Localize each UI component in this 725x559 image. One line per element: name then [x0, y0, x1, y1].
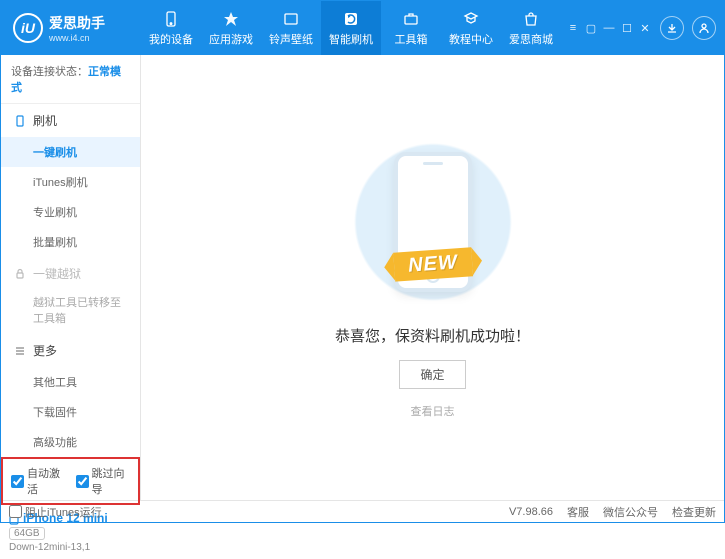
sidebar-item-advanced[interactable]: 高级功能	[1, 427, 140, 457]
customer-service-link[interactable]: 客服	[567, 504, 589, 520]
success-message: 恭喜您，保资料刷机成功啦！	[335, 325, 530, 346]
brand-name: 爱思助手	[49, 13, 105, 33]
skin-icon[interactable]: ▢	[584, 21, 598, 35]
wechat-link[interactable]: 微信公众号	[603, 504, 658, 520]
jailbreak-note: 越狱工具已转移至工具箱	[1, 290, 140, 334]
close-icon[interactable]: ✕	[638, 21, 652, 35]
titlebar: iU 爱思助手 www.i4.cn 我的设备 应用游戏 铃声壁纸 智能刷机 工具…	[1, 1, 724, 55]
nav-toolbox[interactable]: 工具箱	[381, 1, 441, 55]
sidebar: 设备连接状态：正常模式 刷机 一键刷机 iTunes刷机 专业刷机 批量刷机 一…	[1, 55, 141, 500]
sidebar-item-download-firmware[interactable]: 下载固件	[1, 397, 140, 427]
check-update-link[interactable]: 检查更新	[672, 504, 716, 520]
sidebar-item-itunes-flash[interactable]: iTunes刷机	[1, 167, 140, 197]
block-itunes-checkbox[interactable]: 阻止iTunes运行	[9, 504, 102, 520]
store-icon	[522, 10, 540, 28]
version-label: V7.98.66	[509, 506, 553, 518]
skip-guide-checkbox[interactable]: 跳过向导	[76, 465, 131, 497]
logo-icon: iU	[13, 13, 43, 43]
brand-url: www.i4.cn	[49, 33, 105, 43]
new-ribbon: NEW	[393, 247, 473, 281]
device-sub: Down-12mini-13,1	[9, 542, 132, 553]
logo-area: iU 爱思助手 www.i4.cn	[1, 13, 141, 43]
tutorial-icon	[462, 10, 480, 28]
phone-icon	[162, 10, 180, 28]
nav-my-device[interactable]: 我的设备	[141, 1, 201, 55]
download-button[interactable]	[660, 16, 684, 40]
titlebar-controls: ≡ ▢ — ☐ ✕	[566, 16, 724, 40]
top-nav: 我的设备 应用游戏 铃声壁纸 智能刷机 工具箱 教程中心 爱思商城	[141, 1, 566, 55]
nav-tutorial[interactable]: 教程中心	[441, 1, 501, 55]
minimize-icon[interactable]: —	[602, 21, 616, 35]
user-button[interactable]	[692, 16, 716, 40]
apps-icon	[222, 10, 240, 28]
maximize-icon[interactable]: ☐	[620, 21, 634, 35]
toolbox-icon	[402, 10, 420, 28]
section-jailbreak: 一键越狱	[1, 257, 140, 290]
section-more[interactable]: 更多	[1, 334, 140, 367]
brand: 爱思助手 www.i4.cn	[49, 13, 105, 43]
device-storage: 64GB	[9, 527, 45, 540]
wallpaper-icon	[282, 10, 300, 28]
sidebar-item-other-tools[interactable]: 其他工具	[1, 367, 140, 397]
sidebar-item-oneclick-flash[interactable]: 一键刷机	[1, 137, 140, 167]
sidebar-item-pro-flash[interactable]: 专业刷机	[1, 197, 140, 227]
connection-status: 设备连接状态：正常模式	[1, 55, 140, 104]
nav-flash[interactable]: 智能刷机	[321, 1, 381, 55]
view-log-link[interactable]: 查看日志	[411, 403, 455, 419]
lock-icon	[13, 268, 27, 280]
nav-ringtones[interactable]: 铃声壁纸	[261, 1, 321, 55]
list-icon	[13, 345, 27, 357]
options-highlight-box: 自动激活 跳过向导	[1, 457, 140, 505]
success-illustration: NEW	[333, 137, 533, 307]
sidebar-item-batch-flash[interactable]: 批量刷机	[1, 227, 140, 257]
ok-button[interactable]: 确定	[399, 360, 465, 389]
nav-apps[interactable]: 应用游戏	[201, 1, 261, 55]
nav-store[interactable]: 爱思商城	[501, 1, 561, 55]
auto-activate-checkbox[interactable]: 自动激活	[11, 465, 66, 497]
menu-icon[interactable]: ≡	[566, 21, 580, 35]
section-flash[interactable]: 刷机	[1, 104, 140, 137]
phone-outline-icon	[13, 115, 27, 127]
main-content: NEW 恭喜您，保资料刷机成功啦！ 确定 查看日志	[141, 55, 724, 500]
flash-icon	[342, 10, 360, 28]
